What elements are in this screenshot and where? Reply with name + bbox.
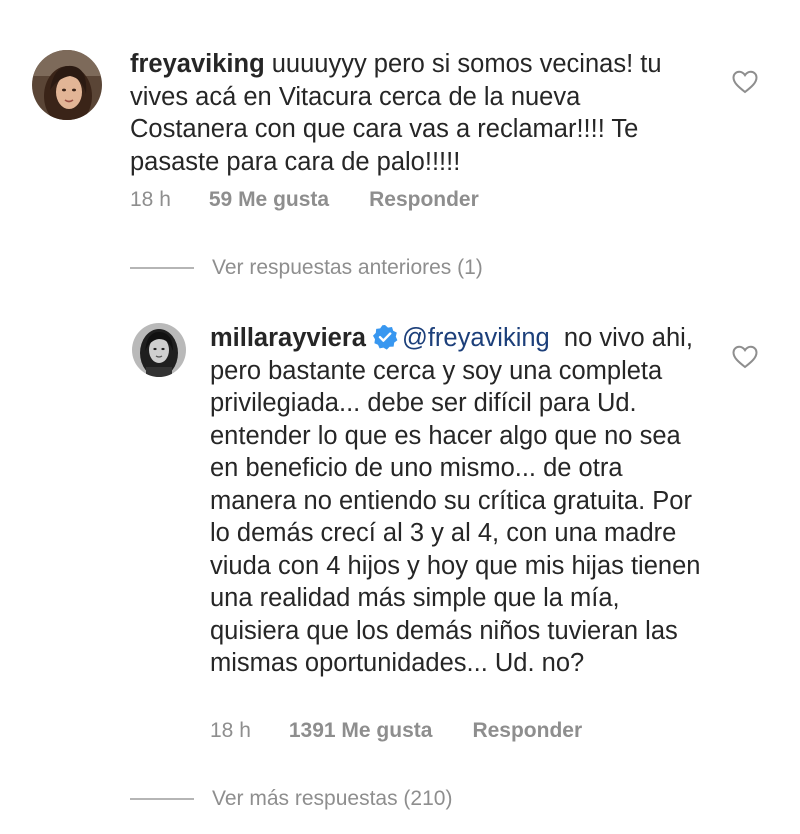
comment-body: freyaviking uuuuyyy pero si somos vecina… <box>130 48 690 178</box>
reply-button[interactable]: Responder <box>369 188 479 212</box>
view-more-replies-label: Ver más respuestas (210) <box>212 787 453 810</box>
comment-meta: 18 h 1391 Me gusta Responder <box>210 719 582 743</box>
comment-timestamp: 18 h <box>210 719 251 742</box>
comment-body: millarayviera @freyaviking no vivo ahi, … <box>210 322 710 680</box>
likes-count[interactable]: 59 Me gusta <box>209 188 329 212</box>
comment-timestamp: 18 h <box>130 188 171 211</box>
thread-divider-line <box>130 267 194 269</box>
view-more-replies-button[interactable]: Ver más respuestas (210) <box>130 787 452 811</box>
likes-count[interactable]: 1391 Me gusta <box>289 719 433 743</box>
verified-badge-icon <box>372 325 398 350</box>
like-heart-icon[interactable] <box>732 345 758 369</box>
view-previous-replies-button[interactable]: Ver respuestas anteriores (1) <box>130 256 483 280</box>
mention-link[interactable]: @freyaviking <box>402 324 550 352</box>
avatar-image <box>32 50 102 120</box>
comment-username[interactable]: millarayviera <box>210 324 366 352</box>
comment-username[interactable]: freyaviking <box>130 50 265 78</box>
comment-text: no vivo ahi, pero bastante cerca y soy u… <box>210 324 701 677</box>
avatar-image <box>132 323 186 377</box>
avatar[interactable] <box>132 323 186 377</box>
view-previous-replies-label: Ver respuestas anteriores (1) <box>212 256 483 279</box>
comment-meta: 18 h 59 Me gusta Responder <box>130 188 479 212</box>
thread-divider-line <box>130 798 194 800</box>
like-heart-icon[interactable] <box>732 70 758 94</box>
avatar[interactable] <box>32 50 102 120</box>
reply-button[interactable]: Responder <box>472 719 582 743</box>
